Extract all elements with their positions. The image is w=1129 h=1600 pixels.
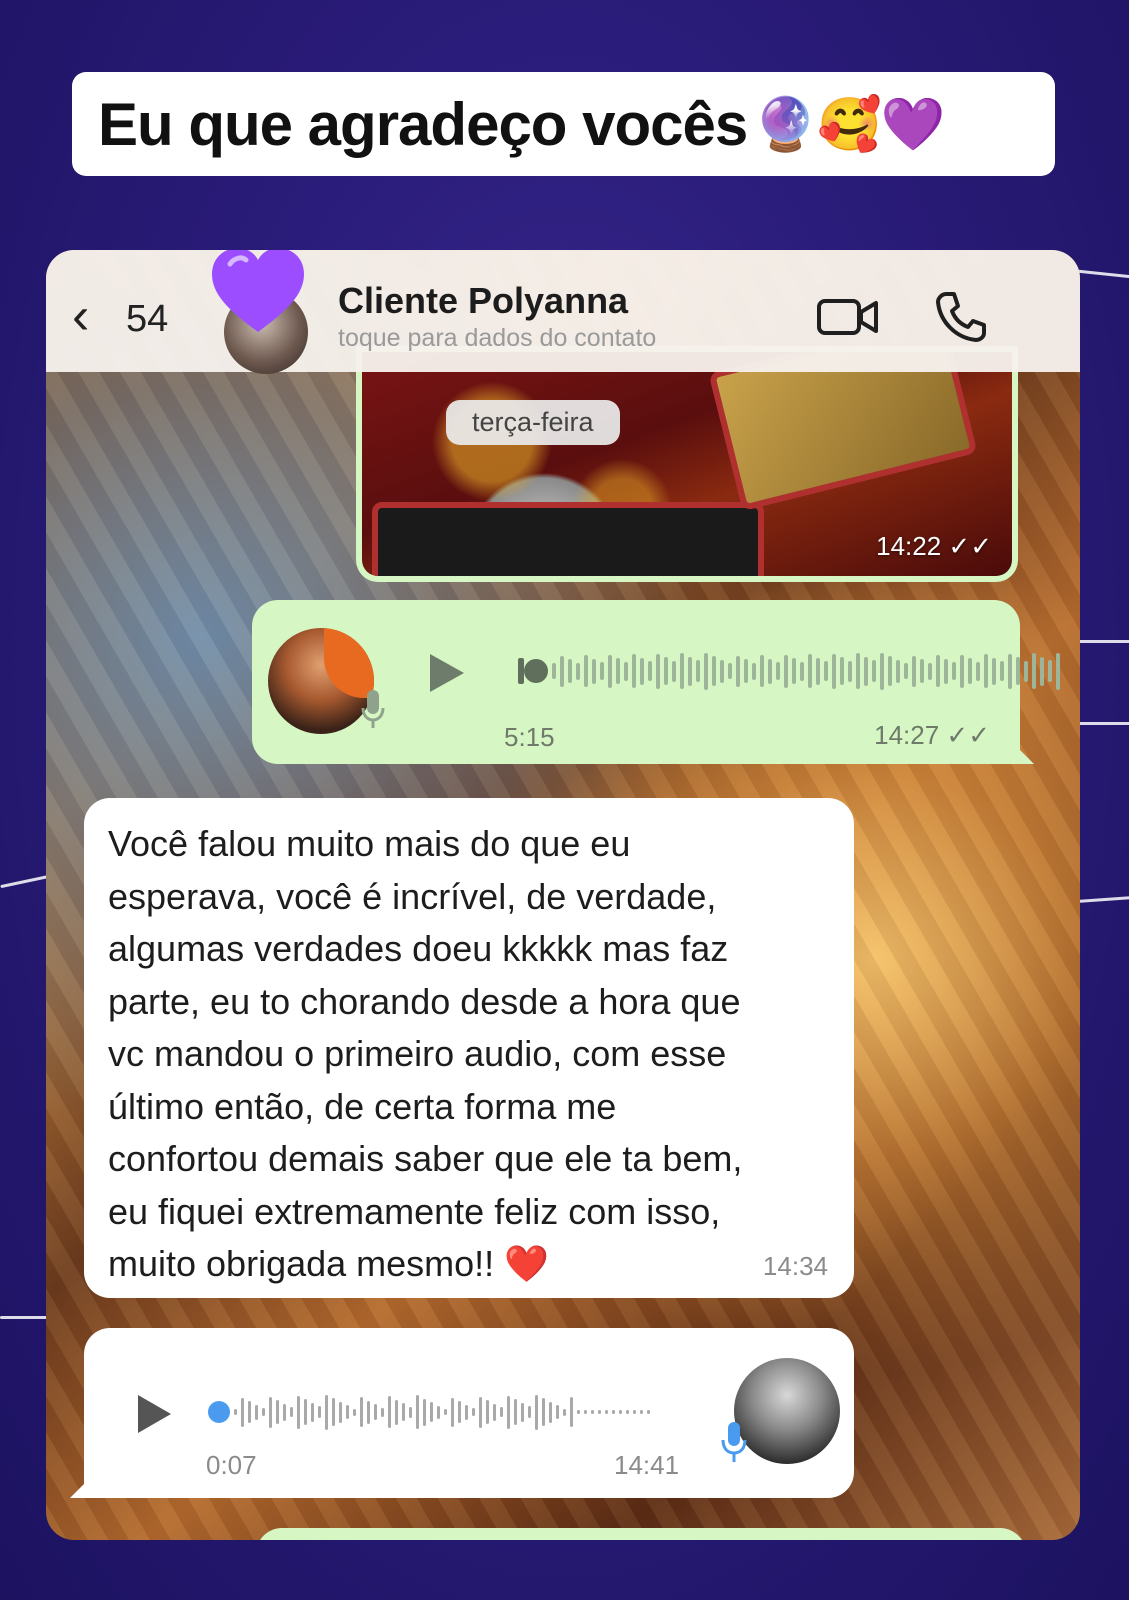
next-outgoing-message [256,1528,1026,1540]
sender-avatar [734,1358,840,1464]
incoming-audio-message: 0:07 14:41 [70,1328,854,1498]
tarot-cards-photo[interactable]: 14:22 ✓✓ [362,352,1012,576]
microphone-icon [361,690,385,728]
sender-avatar [268,628,374,734]
date-separator: terça-feira [446,400,620,445]
message-time: 14:27 [874,720,940,750]
chat-header: ‹ 54 Cliente Polyanna toque para dados d… [46,250,1080,374]
back-chevron-icon[interactable]: ‹ [72,290,89,342]
phone-call-icon[interactable] [934,290,988,344]
back-unread-count[interactable]: 54 [126,298,168,341]
audio-waveform[interactable] [518,648,1060,694]
message-time: 14:41 [614,1450,680,1480]
contact-name[interactable]: Cliente Polyanna [338,280,628,322]
double-check-icon: ✓✓ [948,531,992,561]
caption-text: Eu que agradeço vocês [98,90,748,158]
chat-screenshot: ‹ 54 Cliente Polyanna toque para dados d… [46,250,1080,1540]
decorative-line [1075,640,1129,643]
purple-heart-icon [212,250,304,332]
audio-duration: 0:07 [206,1450,257,1480]
image-message[interactable]: 14:22 ✓✓ [356,346,1018,582]
message-time: 14:22 [876,531,942,561]
caption-banner: Eu que agradeço vocês 🔮🥰💜 [72,72,1055,176]
microphone-icon [721,1422,747,1462]
caption-emojis: 🔮🥰💜 [753,94,945,155]
incoming-text-message[interactable]: Você falou muito mais do que eu esperava… [84,798,854,1298]
decorative-line [0,1316,50,1319]
decorative-line [1074,895,1129,904]
audio-waveform[interactable] [208,1390,650,1434]
message-text: Você falou muito mais do que eu esperava… [108,823,743,1284]
contact-subtitle[interactable]: toque para dados do contato [338,324,656,353]
playback-position-dot [208,1401,230,1423]
play-icon[interactable] [424,650,468,696]
double-check-icon: ✓✓ [946,720,990,750]
audio-duration: 5:15 [504,722,555,752]
decorative-line [0,874,50,889]
playback-position-dot [524,659,548,683]
outgoing-audio-message: 5:15 14:27 ✓✓ [252,600,1060,764]
video-call-icon[interactable] [816,294,880,340]
decorative-line [1075,722,1129,725]
play-icon[interactable] [134,1392,174,1436]
message-time: 14:34 [762,1251,828,1281]
